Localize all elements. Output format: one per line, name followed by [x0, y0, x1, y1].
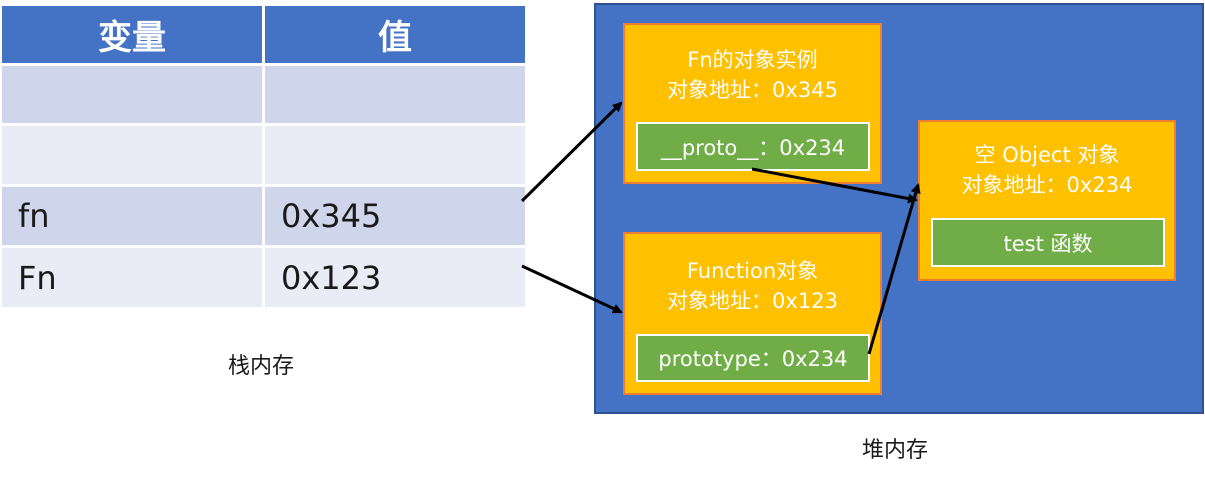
arrow-fn-to-instance [520, 101, 623, 203]
arrow-proto-to-object [751, 167, 918, 204]
arrow-prototype-to-object [867, 183, 921, 355]
arrow-Fn-to-function [521, 264, 623, 314]
reference-arrows [520, 101, 921, 355]
